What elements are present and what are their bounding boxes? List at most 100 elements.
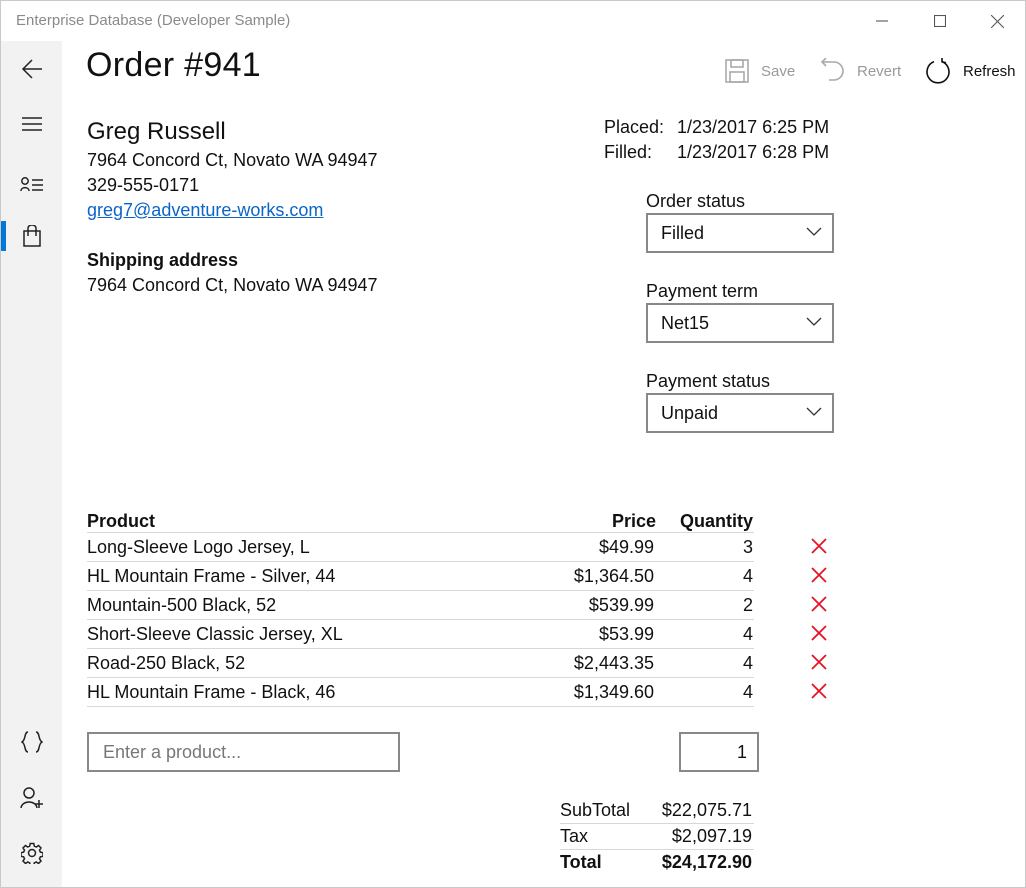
delete-line-button[interactable] (810, 624, 830, 644)
save-button[interactable]: Save (725, 53, 795, 89)
table-row[interactable]: HL Mountain Frame - Silver, 44 $1,364.50… (87, 561, 754, 590)
hamburger-menu-icon (21, 117, 42, 131)
quantity-cell: 3 (742, 537, 753, 557)
column-header-price: Price (612, 511, 657, 531)
quantity-cell: 2 (742, 595, 753, 615)
payment-term-label: Payment term (646, 281, 759, 301)
delete-x-icon (811, 538, 827, 554)
product-cell: HL Mountain Frame - Silver, 44 (87, 566, 336, 586)
minimize-icon (876, 20, 888, 22)
totals-divider (560, 823, 754, 824)
customer-address: 7964 Concord Ct, Novato WA 94947 (87, 150, 378, 170)
delete-x-icon (811, 625, 827, 641)
page-title: Order #941 (86, 46, 261, 84)
customers-list-icon (19, 177, 43, 192)
price-cell: $49.99 (598, 537, 654, 557)
table-row[interactable]: Mountain-500 Black, 52 $539.99 2 (87, 590, 754, 619)
payment-status-value: Unpaid (661, 403, 719, 423)
close-button[interactable] (968, 1, 1026, 41)
delete-x-icon (811, 654, 827, 670)
minimize-button[interactable] (853, 1, 911, 41)
column-header-quantity: Quantity (680, 511, 754, 531)
delete-line-button[interactable] (810, 595, 830, 615)
table-bottom-divider (87, 706, 754, 707)
table-row[interactable]: HL Mountain Frame - Black, 46 $1,349.60 … (87, 677, 754, 706)
close-icon (990, 14, 1004, 28)
placed-value: 1/23/2017 6:25 PM (677, 117, 830, 137)
window-title: Enterprise Database (Developer Sample) (16, 12, 291, 29)
shipping-address-label: Shipping address (87, 250, 239, 270)
title-bar: Enterprise Database (Developer Sample) (1, 1, 1025, 41)
add-user-icon (19, 787, 43, 809)
tax-value: $2,097.19 (671, 826, 752, 846)
price-cell: $53.99 (598, 624, 654, 644)
payment-status-label: Payment status (646, 371, 771, 391)
totals-divider (560, 849, 754, 850)
nav-item-user[interactable] (1, 774, 62, 822)
order-status-dropdown[interactable]: Filled (646, 213, 834, 253)
placed-label: Placed: (604, 117, 665, 137)
nav-item-code[interactable] (1, 718, 62, 766)
save-icon (725, 59, 749, 83)
quantity-input[interactable] (679, 732, 759, 772)
table-row[interactable]: Road-250 Black, 52 $2,443.35 4 (87, 648, 754, 677)
price-cell: $1,349.60 (573, 682, 654, 702)
payment-term-value: Net15 (661, 313, 710, 333)
nav-item-settings[interactable] (1, 829, 62, 877)
payment-term-dropdown[interactable]: Net15 (646, 303, 834, 343)
quantity-cell: 4 (742, 566, 753, 586)
code-braces-icon (20, 731, 43, 753)
total-label: Total (560, 852, 602, 872)
nav-item-orders[interactable] (1, 212, 62, 260)
chevron-down-icon (806, 317, 822, 326)
chevron-down-icon (806, 227, 822, 236)
product-cell: Mountain-500 Black, 52 (87, 595, 277, 615)
customer-name: Greg Russell (87, 118, 226, 145)
chevron-down-icon (806, 407, 822, 416)
maximize-icon (934, 15, 946, 27)
product-search-input[interactable] (87, 732, 400, 772)
total-value: $24,172.90 (661, 852, 752, 872)
filled-label: Filled: (604, 142, 653, 162)
nav-item-customers[interactable] (1, 161, 62, 209)
price-cell: $2,443.35 (573, 653, 654, 673)
hamburger-button[interactable] (1, 100, 62, 148)
delete-line-button[interactable] (810, 566, 830, 586)
delete-x-icon (811, 683, 827, 699)
revert-label: Revert (857, 62, 902, 80)
nav-pane (1, 41, 62, 887)
subtotal-value: $22,075.71 (661, 800, 752, 820)
delete-x-icon (811, 596, 827, 612)
product-cell: HL Mountain Frame - Black, 46 (87, 682, 336, 702)
delete-line-button[interactable] (810, 537, 830, 557)
delete-line-button[interactable] (810, 653, 830, 673)
refresh-button[interactable]: Refresh (925, 53, 1016, 89)
payment-status-dropdown[interactable]: Unpaid (646, 393, 834, 433)
column-header-product: Product (87, 511, 156, 531)
back-arrow-icon (21, 59, 42, 79)
customer-email-link[interactable]: greg7@adventure-works.com (87, 200, 323, 221)
order-status-label: Order status (646, 191, 746, 211)
product-cell: Long-Sleeve Logo Jersey, L (87, 537, 310, 557)
save-label: Save (761, 62, 796, 80)
tax-label: Tax (560, 826, 589, 846)
price-cell: $1,364.50 (573, 566, 654, 586)
app-window: Enterprise Database (Developer Sample) O… (0, 0, 1026, 888)
product-cell: Road-250 Black, 52 (87, 653, 246, 673)
table-row[interactable]: Long-Sleeve Logo Jersey, L $49.99 3 (87, 532, 754, 561)
delete-line-button[interactable] (810, 682, 830, 702)
filled-value: 1/23/2017 6:28 PM (677, 142, 830, 162)
gear-icon (20, 842, 43, 864)
price-cell: $539.99 (588, 595, 654, 615)
revert-button[interactable]: Revert (821, 53, 901, 89)
shipping-address: 7964 Concord Ct, Novato WA 94947 (87, 275, 378, 295)
maximize-button[interactable] (911, 1, 969, 41)
orders-bag-icon (22, 225, 41, 247)
table-row[interactable]: Short-Sleeve Classic Jersey, XL $53.99 4 (87, 619, 754, 648)
refresh-icon (926, 58, 950, 84)
order-status-value: Filled (661, 223, 705, 243)
quantity-cell: 4 (742, 682, 753, 702)
back-button[interactable] (1, 45, 62, 93)
quantity-cell: 4 (742, 624, 753, 644)
delete-x-icon (811, 567, 827, 583)
